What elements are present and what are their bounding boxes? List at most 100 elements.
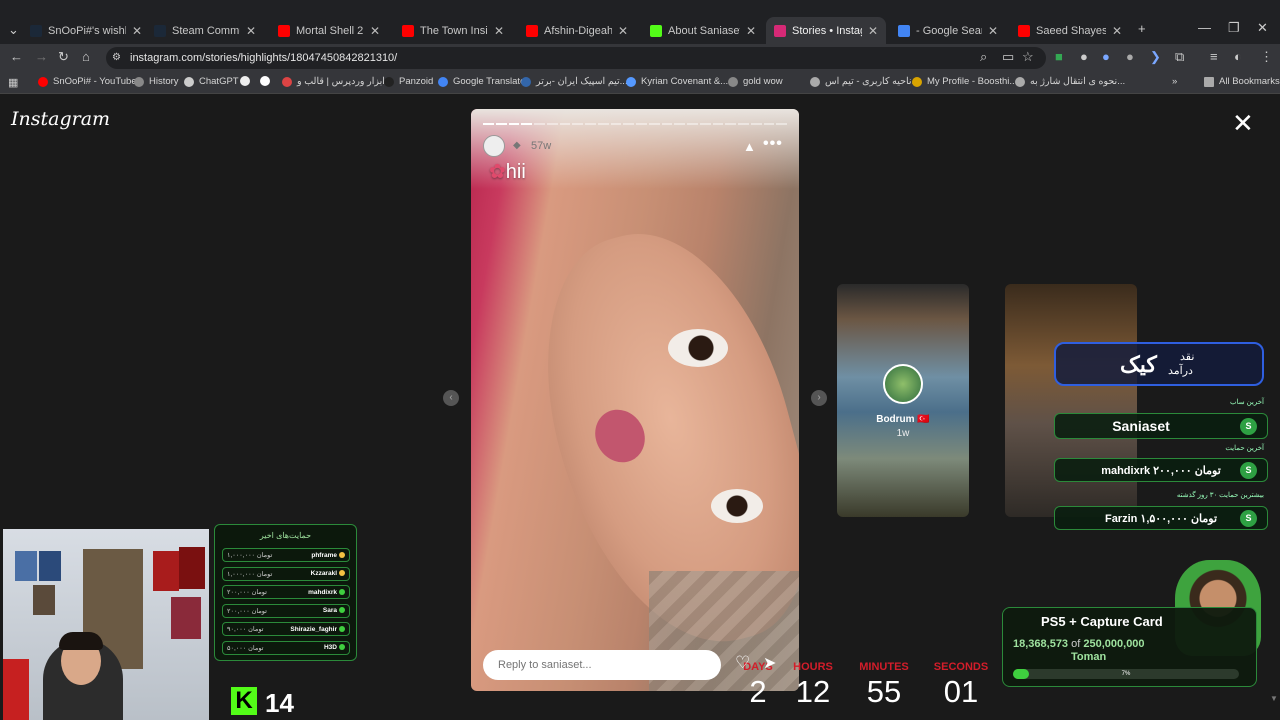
next-story-button[interactable]: › bbox=[811, 390, 827, 406]
bookmark-item[interactable] bbox=[240, 76, 255, 86]
bookmark-item[interactable]: Kyrian Covenant &... bbox=[626, 76, 728, 87]
support-row: ۵۰,۰۰۰ تومان H3D bbox=[222, 640, 350, 655]
all-bookmarks-button[interactable]: All Bookmarks bbox=[1204, 76, 1280, 87]
back-icon[interactable]: ← bbox=[10, 50, 23, 64]
maximize-button[interactable]: ❐ bbox=[1228, 20, 1240, 36]
tab[interactable]: About Saniaset - Wat ✕ bbox=[642, 20, 764, 42]
tab[interactable]: The Town Inside Me | ✕ bbox=[394, 20, 512, 42]
tab[interactable]: - Google Search ✕ bbox=[890, 20, 1006, 42]
cast-icon[interactable]: ▭ bbox=[1002, 50, 1014, 64]
bookmark-label: SnOoPi# - YouTube bbox=[53, 76, 137, 87]
bookmark-item[interactable]: My Profile - Boosthi... bbox=[912, 76, 1017, 87]
goal-amount: 18,368,573 of 250,000,000 bbox=[1013, 638, 1145, 650]
tab-close-icon[interactable]: ✕ bbox=[618, 24, 628, 38]
tab-close-icon[interactable]: ✕ bbox=[370, 24, 380, 38]
story-progress-segment bbox=[597, 123, 609, 125]
tab[interactable]: Saeed Shayesteh - Sh ✕ bbox=[1010, 20, 1130, 42]
instagram-logo[interactable]: Instagram bbox=[11, 108, 110, 130]
tab[interactable]: Stories • Instagram ✕ bbox=[766, 17, 886, 44]
bookmark-item[interactable]: ابزار وردپرس | قالب و... bbox=[282, 76, 393, 87]
profile-icon[interactable]: ◐ bbox=[1234, 50, 1242, 64]
forward-icon[interactable]: → bbox=[35, 50, 48, 64]
support-dot-icon bbox=[339, 625, 345, 632]
reply-input[interactable] bbox=[483, 650, 721, 680]
extensions-icon[interactable]: ⧉ bbox=[1175, 50, 1184, 64]
tab-close-icon[interactable]: ✕ bbox=[1112, 24, 1122, 38]
tab-title: Mortal Shell 2 - Befor bbox=[296, 25, 364, 37]
tab[interactable]: Steam Community :: S ✕ bbox=[146, 20, 264, 42]
tab-favicon-icon bbox=[526, 25, 538, 37]
donation-goal-widget: PS5 + Capture Card 18,368,573 of 250,000… bbox=[1002, 607, 1257, 687]
bookmark-item[interactable]: تیم اسپیک ایران -برتر... bbox=[521, 76, 628, 87]
home-icon[interactable]: ⌂ bbox=[82, 50, 90, 64]
apps-icon[interactable]: ▦ bbox=[8, 76, 18, 90]
story-progress-segment bbox=[699, 123, 711, 125]
tab-title: Saeed Shayesteh - Sh bbox=[1036, 25, 1106, 37]
address-bar[interactable]: ⚙ instagram.com/stories/highlights/18047… bbox=[106, 47, 1046, 69]
extension-icon[interactable]: ● bbox=[1080, 50, 1088, 64]
bookmark-label: Panzoid bbox=[399, 76, 434, 87]
tab-close-icon[interactable]: ✕ bbox=[988, 24, 998, 38]
support-name-label: phframe bbox=[311, 551, 337, 559]
kick-subtitle: درآمد bbox=[1168, 365, 1193, 377]
bookmark-star-icon[interactable]: ☆ bbox=[1022, 50, 1034, 64]
reload-icon[interactable]: ↻ bbox=[58, 50, 69, 64]
close-window-button[interactable]: ✕ bbox=[1257, 20, 1268, 36]
bookmark-item[interactable]: ناحیه کاربری - تیم اس... bbox=[810, 76, 919, 87]
story-progress-segment bbox=[534, 123, 545, 125]
extension-icon[interactable]: ● bbox=[1102, 50, 1110, 64]
address-url[interactable]: instagram.com/stories/highlights/1804745… bbox=[130, 52, 397, 64]
close-story-button[interactable]: ✕ bbox=[1232, 110, 1254, 136]
tab[interactable]: Afshin-Digeah Azat B ✕ bbox=[518, 20, 636, 42]
bookmark-item[interactable]: Panzoid bbox=[384, 76, 433, 87]
tab-close-icon[interactable]: ✕ bbox=[246, 24, 256, 38]
preview-name: Bodrum 🇹🇷 bbox=[876, 414, 930, 425]
site-info-icon[interactable]: ⚙ bbox=[112, 51, 121, 65]
bookmark-favicon-icon bbox=[38, 76, 48, 87]
tab[interactable]: Mortal Shell 2 - Befor ✕ bbox=[270, 20, 388, 42]
extension-icon[interactable]: ● bbox=[1126, 50, 1134, 64]
bookmark-item[interactable]: نحوه ی انتقال شارژ به... bbox=[1015, 76, 1125, 87]
tab-title: SnOoPi#'s wishlist bbox=[48, 25, 126, 37]
new-tab-button[interactable]: + bbox=[1138, 22, 1146, 36]
bookmark-item[interactable]: ChatGPT bbox=[184, 76, 239, 87]
zoom-icon[interactable]: ⌕ bbox=[980, 50, 987, 64]
bookmark-item[interactable]: SnOoPi# - YouTube bbox=[38, 76, 137, 87]
countdown-value: 12 bbox=[795, 674, 831, 709]
minimize-button[interactable]: — bbox=[1198, 20, 1211, 35]
like-heart-icon[interactable]: ♡ bbox=[735, 653, 750, 673]
tab[interactable]: SnOoPi#'s wishlist ✕ bbox=[22, 20, 150, 42]
tab-favicon-icon bbox=[1018, 25, 1030, 37]
reading-list-icon[interactable]: ≡ bbox=[1210, 50, 1218, 64]
support-row: ۱,۰۰۰,۰۰۰ تومان Kzzarakl bbox=[222, 566, 350, 581]
bookmark-item[interactable]: Google Translate bbox=[438, 76, 525, 87]
bookmark-item[interactable]: History bbox=[134, 76, 179, 87]
bookmark-item[interactable]: gold wow bbox=[728, 76, 783, 87]
scroll-down-arrow-icon[interactable]: ▼ bbox=[1270, 694, 1278, 703]
tab-close-icon[interactable]: ✕ bbox=[132, 24, 142, 38]
tab-title: Afshin-Digeah Azat B bbox=[544, 25, 612, 37]
goal-percent: 7% bbox=[1121, 671, 1131, 677]
extension-icon[interactable]: ❯ bbox=[1150, 50, 1161, 64]
tab-close-icon[interactable]: ✕ bbox=[868, 24, 878, 38]
extension-icon[interactable]: ■ bbox=[1055, 50, 1063, 64]
bookmark-favicon-icon bbox=[282, 76, 292, 87]
tab-close-icon[interactable]: ✕ bbox=[494, 24, 504, 38]
menu-icon[interactable]: ⋮ bbox=[1260, 50, 1273, 64]
story-photo-detail bbox=[668, 329, 728, 367]
previous-story-button[interactable]: ‹ bbox=[443, 390, 459, 406]
tab-search-icon[interactable]: ⌄ bbox=[8, 23, 19, 37]
support-row: ۲۰۰,۰۰۰ تومان Sara bbox=[222, 603, 350, 618]
story-progress-segment bbox=[483, 123, 494, 125]
support-amount: ۲۰۰,۰۰۰ تومان bbox=[227, 607, 267, 615]
send-icon[interactable]: ➤ bbox=[763, 653, 776, 673]
story-author-avatar[interactable] bbox=[483, 135, 505, 157]
story-preview-card[interactable] bbox=[1005, 284, 1137, 517]
story-viewer[interactable]: ◆ 57w ▲ ••• ✿hii ♡ ➤ bbox=[471, 109, 799, 691]
bookmark-item[interactable] bbox=[260, 76, 275, 86]
story-preview-card[interactable]: Bodrum 🇹🇷 1w bbox=[837, 284, 969, 517]
bookmarks-more-button[interactable]: » bbox=[1172, 76, 1177, 87]
story-more-options-icon[interactable]: ••• bbox=[763, 135, 783, 153]
tab-close-icon[interactable]: ✕ bbox=[746, 24, 756, 38]
story-timestamp: 57w bbox=[531, 140, 552, 152]
